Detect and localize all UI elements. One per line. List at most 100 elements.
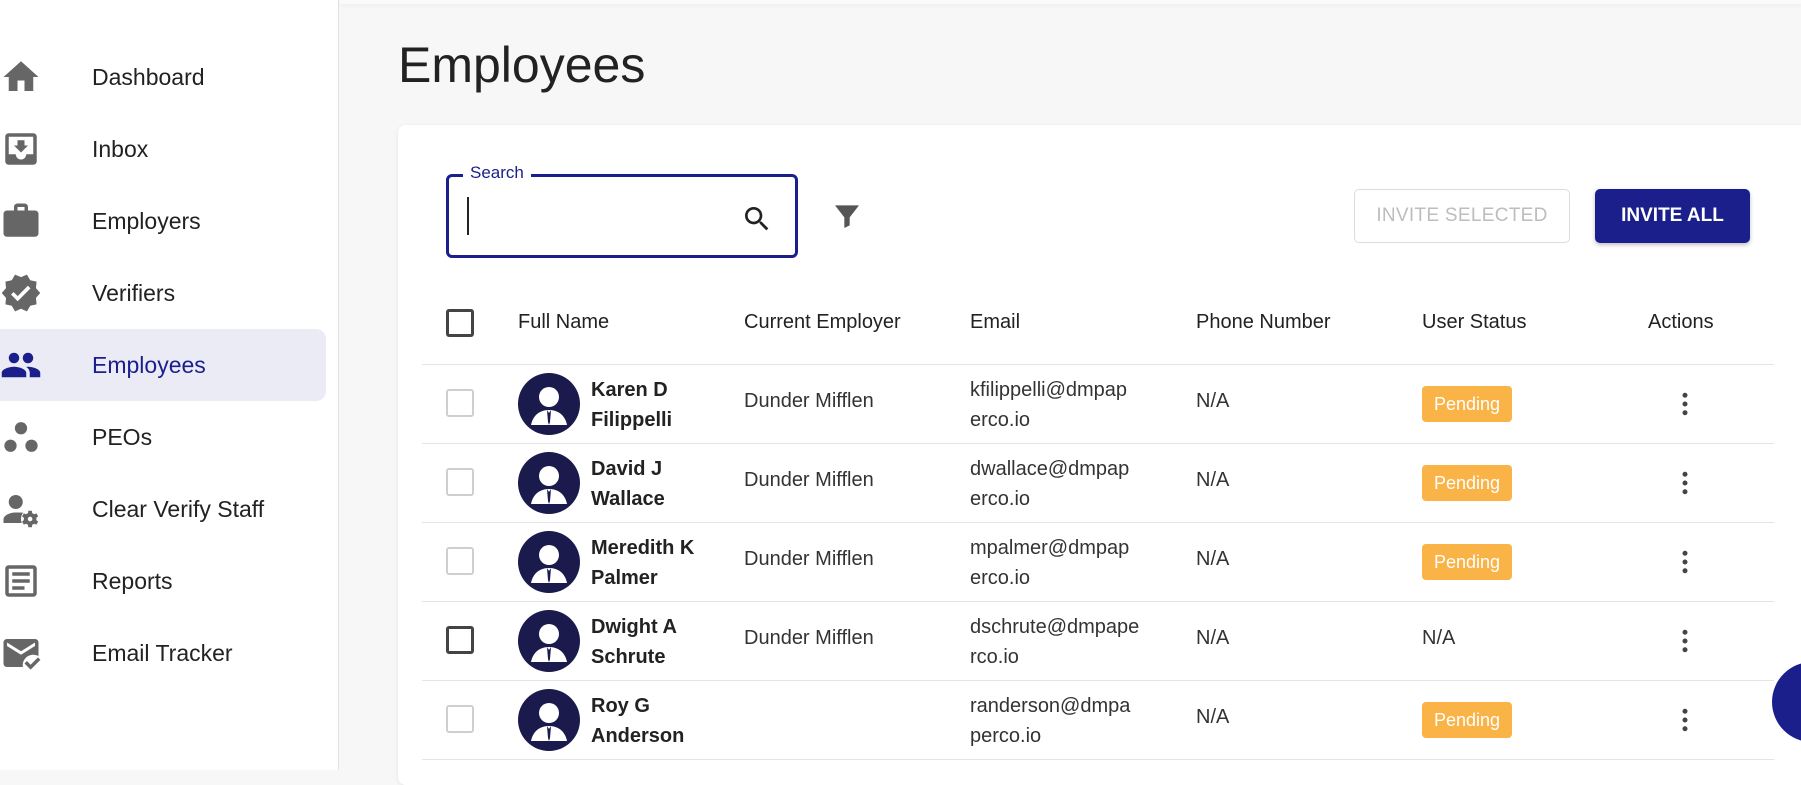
header-current-employer[interactable]: Current Employer [744,311,901,334]
select-all-checkbox[interactable] [446,309,474,337]
last-name: Palmer [591,567,658,589]
more-vert-icon[interactable] [1670,705,1700,735]
sidebar-item-label: Employers [92,207,201,234]
sidebar-item-peos[interactable]: PEOs [0,401,326,473]
avatar-icon [518,531,580,593]
email: randerson@dmpa perco.io [970,691,1160,751]
row-checkbox[interactable] [446,626,474,654]
more-vert-icon[interactable] [1670,626,1700,656]
employee-name[interactable]: Roy G Anderson [591,691,684,751]
inbox-icon [0,128,42,170]
row-checkbox[interactable] [446,705,474,733]
sidebar: Dashboard Inbox Employers Verifiers Empl… [0,0,339,770]
sidebar-item-verifiers[interactable]: Verifiers [0,257,326,329]
email-line-2: erco.io [970,409,1031,431]
table-row[interactable]: Karen D Filippelli Dunder Mifflen kfilip… [422,365,1774,444]
sidebar-item-clear-verify-staff[interactable]: Clear Verify Staff [0,473,326,545]
search-field[interactable]: Search [446,163,798,258]
verified-badge-icon [0,272,42,314]
phone-number: N/A [1196,469,1230,491]
header-email[interactable]: Email [970,311,1020,334]
sidebar-item-label: Verifiers [92,279,176,306]
invite-selected-button[interactable]: INVITE SELECTED [1354,189,1570,243]
email: mpalmer@dmpap erco.io [970,533,1160,593]
search-input[interactable] [467,197,727,235]
first-name: Karen D [591,379,668,401]
header-user-status[interactable]: User Status [1422,311,1526,334]
table-row[interactable]: Meredith K Palmer Dunder Mifflen mpalmer… [422,523,1774,602]
email-line-2: perco.io [970,725,1042,747]
sidebar-item-label: Employees [92,351,206,378]
sidebar-item-dashboard[interactable]: Dashboard [0,41,326,113]
current-employer: Dunder Mifflen [744,627,874,649]
sidebar-item-label: Clear Verify Staff [92,495,265,522]
page-title: Employees [398,37,646,93]
home-icon [0,56,42,98]
sidebar-item-reports[interactable]: Reports [0,545,326,617]
email-line-1: dwallace@dmpap [970,458,1130,480]
briefcase-icon [0,200,42,242]
current-employer: Dunder Mifflen [744,469,874,491]
user-status-text: N/A [1422,627,1456,649]
header-phone-number[interactable]: Phone Number [1196,311,1331,334]
sidebar-item-label: Dashboard [92,63,205,90]
row-checkbox[interactable] [446,547,474,575]
report-icon [0,560,42,602]
invite-all-button[interactable]: INVITE ALL [1595,189,1750,243]
row-checkbox[interactable] [446,468,474,496]
people-icon [0,344,42,386]
status-badge: Pending [1422,386,1513,422]
search-icon[interactable] [741,203,773,235]
sidebar-item-label: PEOs [92,423,153,450]
header-full-name[interactable]: Full Name [518,311,609,334]
filter-icon[interactable] [831,200,863,232]
sidebar-item-label: Inbox [92,135,149,162]
main-content: Employees Search INVITE SELECTED INVITE … [340,0,1801,785]
email-line-2: erco.io [970,567,1031,589]
email-line-1: kfilippelli@dmpap [970,379,1128,401]
status-badge: Pending [1422,702,1513,738]
last-name: Anderson [591,725,685,747]
employee-name[interactable]: Dwight A Schrute [591,612,677,672]
email-line-1: mpalmer@dmpap [970,537,1130,559]
sidebar-item-inbox[interactable]: Inbox [0,113,326,185]
first-name: Roy G [591,695,650,717]
top-bar [340,0,1801,4]
table-header: Full Name Current Employer Email Phone N… [422,285,1774,365]
sidebar-item-employers[interactable]: Employers [0,185,326,257]
sidebar-item-label: Reports [92,567,173,594]
more-vert-icon[interactable] [1670,389,1700,419]
avatar-icon [518,452,580,514]
employee-name[interactable]: Karen D Filippelli [591,375,672,435]
table-row[interactable]: Dwight A Schrute Dunder Mifflen dschrute… [422,602,1774,681]
first-name: David J [591,458,663,480]
phone-number: N/A [1196,706,1230,728]
current-employer: Dunder Mifflen [744,390,874,412]
phone-number: N/A [1196,627,1230,649]
email-line-1: dschrute@dmpape [970,616,1140,638]
user-gear-icon [0,488,42,530]
first-name: Meredith K [591,537,695,559]
email: dwallace@dmpap erco.io [970,454,1160,514]
last-name: Wallace [591,488,665,510]
mail-check-icon [0,632,42,674]
sidebar-item-email-tracker[interactable]: Email Tracker [0,617,326,689]
more-vert-icon[interactable] [1670,547,1700,577]
avatar-icon [518,373,580,435]
sidebar-item-employees[interactable]: Employees [0,329,326,401]
phone-number: N/A [1196,548,1230,570]
employee-name[interactable]: Meredith K Palmer [591,533,694,593]
employees-card: Search INVITE SELECTED INVITE ALL Full N… [398,125,1801,785]
email-line-2: erco.io [970,488,1031,510]
row-checkbox[interactable] [446,389,474,417]
more-vert-icon[interactable] [1670,468,1700,498]
search-label: Search [463,163,531,183]
header-actions: Actions [1648,311,1714,333]
last-name: Schrute [591,646,666,668]
first-name: Dwight A [591,616,677,638]
bubble-chart-icon [0,416,42,458]
table-row[interactable]: Roy G Anderson randerson@dmpa perco.io N… [422,681,1774,760]
table-row[interactable]: David J Wallace Dunder Mifflen dwallace@… [422,444,1774,523]
phone-number: N/A [1196,390,1230,412]
employee-name[interactable]: David J Wallace [591,454,665,514]
